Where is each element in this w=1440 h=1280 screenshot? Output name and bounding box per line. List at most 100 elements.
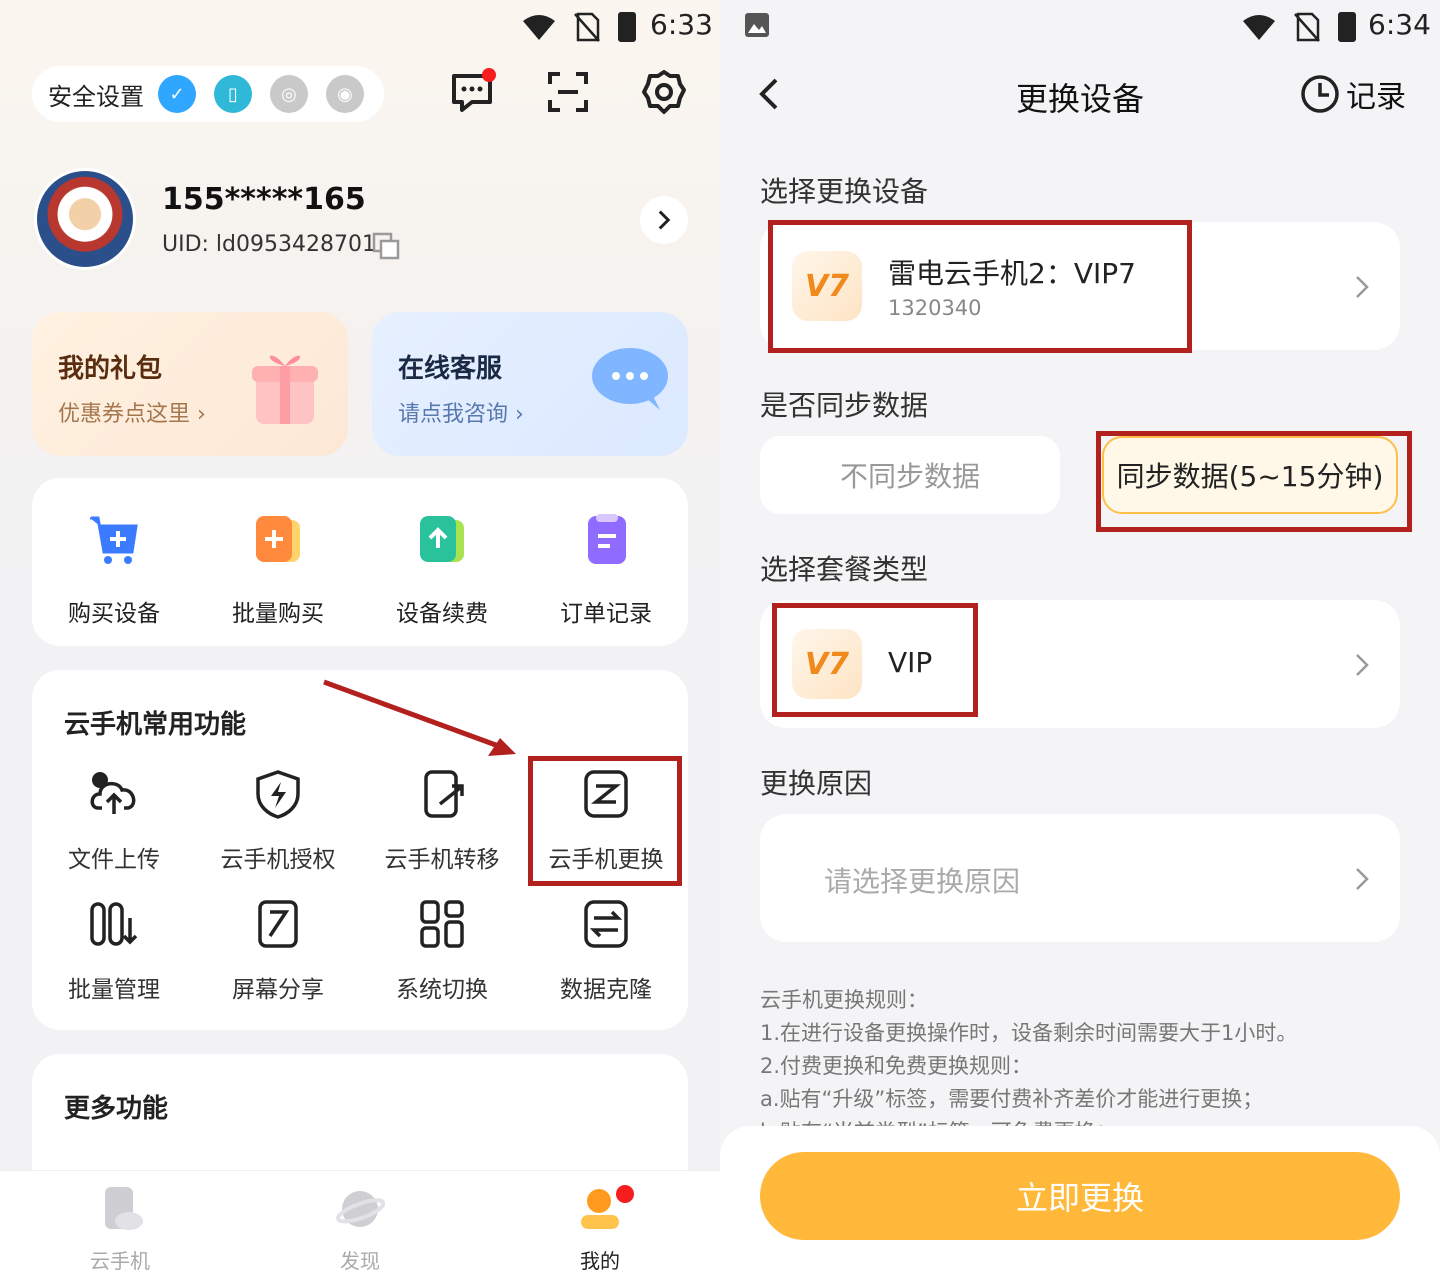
func-label: 数据克隆 bbox=[560, 977, 652, 1003]
avatar[interactable] bbox=[34, 168, 136, 270]
no-sim-icon bbox=[574, 12, 600, 42]
tab-bar: 云手机 发现 我的 bbox=[0, 1170, 720, 1280]
cloud-phone-icon bbox=[105, 1187, 143, 1230]
tab-label: 发现 bbox=[340, 1249, 380, 1273]
shield-check-icon: ✓ bbox=[158, 75, 196, 113]
func-screen-share[interactable]: 屏幕分享 bbox=[196, 898, 360, 1004]
cart-icon bbox=[90, 516, 138, 564]
func-label: 云手机转移 bbox=[384, 847, 500, 873]
quick-label: 设备续费 bbox=[396, 601, 488, 627]
gift-title: 我的礼包 bbox=[58, 354, 163, 384]
shield-bolt-icon bbox=[256, 770, 300, 819]
chevron-right-icon bbox=[658, 210, 671, 230]
wifi-icon bbox=[1243, 15, 1275, 40]
service-subtitle: 请点我咨询 › bbox=[398, 402, 524, 427]
gift-subtitle: 优惠券点这里 › bbox=[58, 402, 206, 427]
tab-label: 云手机 bbox=[90, 1249, 150, 1273]
quick-batch-buy[interactable]: 批量购买 bbox=[196, 514, 360, 628]
func-label: 屏幕分享 bbox=[232, 977, 324, 1003]
no-sync-option[interactable]: 不同步数据 bbox=[760, 436, 1060, 514]
tab-discover[interactable]: 发现 bbox=[300, 1185, 420, 1274]
func-label: 批量管理 bbox=[68, 977, 160, 1003]
planet-icon bbox=[336, 1191, 386, 1227]
func-system-switch[interactable]: 系统切换 bbox=[360, 898, 524, 1004]
quick-label: 购买设备 bbox=[68, 601, 160, 627]
data-clone-icon bbox=[584, 900, 628, 948]
rule-line: a.贴有“升级”标签，需要付费补齐差价才能进行更换； bbox=[760, 1087, 1264, 1111]
my-page: 6:33 安全设置 ✓ ▯ ◎ ◉ 155*****165 UID: ld095… bbox=[0, 0, 720, 1280]
service-card[interactable]: 在线客服 请点我咨询 › bbox=[372, 312, 688, 456]
profile-chevron-button[interactable] bbox=[640, 196, 688, 244]
screen-share-icon bbox=[258, 900, 298, 948]
message-badge bbox=[482, 68, 496, 82]
scan-button[interactable] bbox=[544, 68, 592, 116]
gear-icon bbox=[642, 70, 686, 114]
batch-buy-icon bbox=[256, 516, 300, 562]
transfer-icon bbox=[424, 770, 464, 818]
func-batch-manage[interactable]: 批量管理 bbox=[32, 898, 196, 1004]
func-label: 云手机授权 bbox=[220, 847, 336, 873]
func-authorize[interactable]: 云手机授权 bbox=[196, 768, 360, 874]
user-phone: 155*****165 bbox=[162, 182, 366, 217]
chevron-right-icon bbox=[1356, 276, 1369, 298]
settings-button[interactable] bbox=[640, 68, 688, 116]
chevron-right-icon bbox=[1356, 868, 1369, 890]
func-file-upload[interactable]: 文件上传 bbox=[32, 768, 196, 874]
record-button[interactable]: 记录 bbox=[1300, 72, 1406, 116]
package-label: 选择套餐类型 bbox=[760, 553, 929, 586]
order-icon bbox=[588, 514, 626, 564]
reason-selector[interactable]: 请选择更换原因 bbox=[760, 814, 1400, 942]
func-transfer[interactable]: 云手机转移 bbox=[360, 768, 524, 874]
wifi-icon bbox=[523, 15, 555, 40]
replace-now-button[interactable]: 立即更换 bbox=[760, 1152, 1400, 1240]
status-time: 6:33 bbox=[650, 8, 713, 41]
status-bar: 6:33 bbox=[0, 0, 720, 52]
message-button[interactable] bbox=[448, 68, 496, 116]
qq-icon: ◉ bbox=[326, 75, 364, 113]
cloud-upload-icon bbox=[90, 772, 136, 814]
phone-bind-icon: ▯ bbox=[214, 75, 252, 113]
quick-buy-device[interactable]: 购买设备 bbox=[32, 514, 196, 628]
func-data-clone[interactable]: 数据克隆 bbox=[524, 898, 688, 1004]
sync-label: 是否同步数据 bbox=[760, 389, 929, 422]
clock-icon bbox=[1301, 75, 1339, 113]
highlight-device bbox=[768, 220, 1192, 353]
tab-mine[interactable]: 我的 bbox=[540, 1185, 660, 1274]
gift-card[interactable]: 我的礼包 优惠券点这里 › bbox=[32, 312, 348, 456]
security-label: 安全设置 bbox=[48, 82, 144, 111]
system-switch-icon bbox=[420, 900, 464, 948]
rule-line: 2.付费更换和免费更换规则： bbox=[760, 1054, 1033, 1078]
service-title: 在线客服 bbox=[398, 354, 503, 384]
reason-placeholder: 请选择更换原因 bbox=[824, 865, 1021, 898]
quick-renew[interactable]: 设备续费 bbox=[360, 514, 524, 628]
highlight-sync bbox=[1096, 431, 1412, 532]
quick-label: 订单记录 bbox=[560, 601, 652, 627]
nav-bar: 更换设备 记录 bbox=[720, 60, 1440, 130]
mine-badge bbox=[616, 1185, 634, 1203]
rule-line: 1.在进行设备更换操作时，设备剩余时间需要大于1小时。 bbox=[760, 1021, 1298, 1045]
annotation-arrow bbox=[323, 679, 516, 756]
reason-label: 更换原因 bbox=[760, 767, 873, 800]
quick-actions: 购买设备 批量购买 设备续费 订单记录 bbox=[32, 478, 688, 646]
copy-icon[interactable] bbox=[372, 232, 400, 260]
tab-cloud-phone[interactable]: 云手机 bbox=[60, 1185, 180, 1274]
replace-device-page: 6:34 更换设备 记录 选择更换设备 V7 雷电云手机2：VIP7 13203… bbox=[720, 0, 1440, 1280]
status-bar: 6:34 bbox=[720, 0, 1440, 52]
gift-box-icon bbox=[252, 355, 318, 424]
battery-icon bbox=[618, 12, 636, 42]
quick-orders[interactable]: 订单记录 bbox=[524, 514, 688, 628]
more-title: 更多功能 bbox=[64, 1094, 169, 1124]
tab-label: 我的 bbox=[580, 1249, 620, 1273]
common-title: 云手机常用功能 bbox=[64, 710, 247, 740]
renew-icon bbox=[420, 516, 464, 562]
replace-rules: 云手机更换规则： 1.在进行设备更换操作时，设备剩余时间需要大于1小时。 2.付… bbox=[760, 984, 1400, 1149]
bottom-action-bar: 立即更换 bbox=[720, 1126, 1440, 1280]
record-label: 记录 bbox=[1346, 80, 1406, 115]
chat-bubble-icon bbox=[592, 348, 668, 410]
scan-icon bbox=[548, 72, 588, 112]
wechat-icon: ◎ bbox=[270, 75, 308, 113]
select-device-label: 选择更换设备 bbox=[760, 175, 929, 208]
no-sim-icon bbox=[1294, 12, 1320, 42]
highlight-replace bbox=[528, 756, 682, 886]
security-settings[interactable]: 安全设置 ✓ ▯ ◎ ◉ bbox=[32, 66, 384, 122]
